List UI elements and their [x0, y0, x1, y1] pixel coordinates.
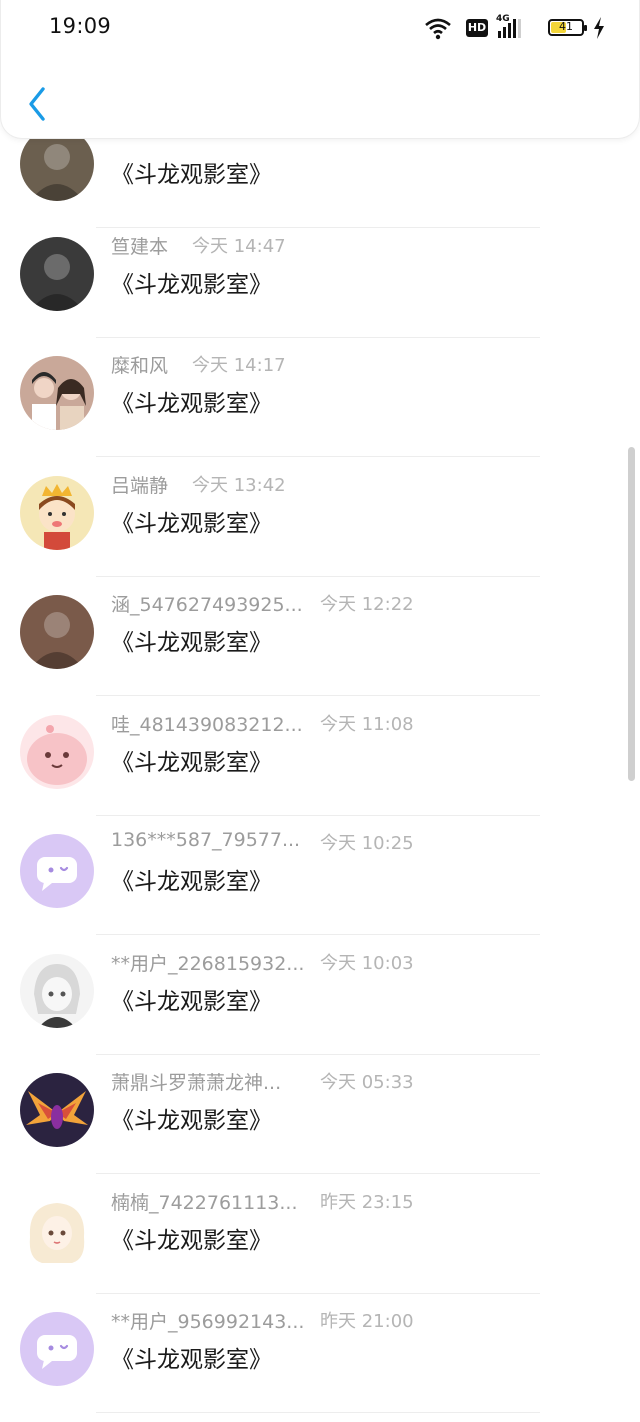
- message-time: 今天 05:33: [320, 1072, 414, 1093]
- status-time: 19:09: [49, 14, 112, 38]
- list-item[interactable]: 涵_547627493925... 今天 12:22 《斗龙观影室》: [0, 582, 640, 701]
- message-text: 《斗龙观影室》: [111, 511, 272, 537]
- message-text: 《斗龙观影室》: [111, 1108, 272, 1134]
- divider: [96, 1412, 540, 1413]
- hd-badge: HD: [466, 19, 488, 37]
- message-text: 《斗龙观影室》: [111, 750, 272, 776]
- cell-signal-icon: 4G: [496, 14, 524, 40]
- battery-icon: 41: [548, 19, 587, 36]
- message-time: 昨天 21:00: [320, 1311, 414, 1332]
- sender-name: 笪建本: [111, 236, 169, 258]
- cartoon-prince-avatar-icon[interactable]: [20, 476, 94, 550]
- message-text: 《斗龙观影室》: [111, 1347, 272, 1373]
- charging-bolt-icon: [594, 17, 604, 39]
- default-chat-avatar-icon[interactable]: [20, 834, 94, 908]
- list-item[interactable]: 糜和风 今天 14:17 《斗龙观影室》: [0, 343, 640, 462]
- anime-girl-avatar-icon[interactable]: [20, 1193, 94, 1267]
- sender-name: **用户_226815932...: [111, 953, 305, 975]
- message-time: 今天 10:25: [320, 833, 414, 854]
- divider: [96, 456, 540, 457]
- divider: [96, 576, 540, 577]
- divider: [96, 337, 540, 338]
- list-item[interactable]: 萧鼎斗罗萧萧龙神... 今天 05:33 《斗龙观影室》: [0, 1060, 640, 1179]
- divider: [96, 934, 540, 935]
- list-item[interactable]: 136***587_79577... 今天 10:25 《斗龙观影室》: [0, 821, 640, 940]
- sender-name: 楠楠_7422761113...: [111, 1192, 298, 1214]
- dragon-avatar-icon[interactable]: [20, 1073, 94, 1147]
- sender-name: 糜和风: [111, 355, 169, 377]
- sender-name: 吕端静: [111, 475, 169, 497]
- sender-name: 哇_481439083212...: [111, 714, 303, 736]
- message-time: 今天 10:03: [320, 953, 414, 974]
- message-time: 今天 14:17: [192, 355, 286, 376]
- divider: [96, 815, 540, 816]
- photo-avatar-icon[interactable]: [20, 237, 94, 311]
- divider: [96, 1173, 540, 1174]
- divider: [96, 1293, 540, 1294]
- divider: [96, 1054, 540, 1055]
- message-time: 今天 11:08: [320, 714, 414, 735]
- message-text: 《斗龙观影室》: [111, 630, 272, 656]
- list-item[interactable]: 笪建本 今天 14:47 《斗龙观影室》: [0, 224, 640, 343]
- back-button[interactable]: [19, 84, 55, 124]
- list-item[interactable]: **用户_226815932... 今天 10:03 《斗龙观影室》: [0, 941, 640, 1060]
- list-item[interactable]: 哇_481439083212... 今天 11:08 《斗龙观影室》: [0, 702, 640, 821]
- message-text: 《斗龙观影室》: [111, 869, 272, 895]
- message-time: 昨天 23:15: [320, 1192, 414, 1213]
- message-text: 《斗龙观影室》: [111, 1228, 272, 1254]
- message-time: 今天 14:47: [192, 236, 286, 257]
- default-chat-avatar-icon[interactable]: [20, 1312, 94, 1386]
- scrollbar[interactable]: [628, 447, 635, 781]
- list-item[interactable]: **用户_956992143... 昨天 21:00 《斗龙观影室》: [0, 1299, 640, 1418]
- battery-level: 41: [559, 20, 573, 33]
- status-bar: 19:09 HD 4G 41: [0, 0, 640, 56]
- message-text: 《斗龙观影室》: [111, 391, 272, 417]
- pink-cartoon-avatar-icon[interactable]: [20, 715, 94, 789]
- sender-name: 萧鼎斗罗萧萧龙神...: [111, 1072, 282, 1094]
- message-time: 今天 12:22: [320, 594, 414, 615]
- chevron-left-icon: [29, 87, 45, 121]
- photo-avatar-icon[interactable]: [20, 595, 94, 669]
- couple-photo-avatar-icon[interactable]: [20, 356, 94, 430]
- sender-name: **用户_956992143...: [111, 1311, 305, 1333]
- list-item[interactable]: 吕端静 今天 13:42 《斗龙观影室》: [0, 463, 640, 582]
- sender-name: 136***587_79577...: [111, 829, 301, 851]
- message-text: 《斗龙观影室》: [111, 272, 272, 298]
- wifi-icon: [425, 18, 451, 40]
- sender-name: 涵_547627493925...: [111, 594, 303, 616]
- anime-avatar-icon[interactable]: [20, 954, 94, 1028]
- message-text: 《斗龙观影室》: [111, 162, 272, 188]
- list-item[interactable]: 楠楠_7422761113... 昨天 23:15 《斗龙观影室》: [0, 1180, 640, 1299]
- message-time: 今天 13:42: [192, 475, 286, 496]
- message-text: 《斗龙观影室》: [111, 989, 272, 1015]
- divider: [96, 695, 540, 696]
